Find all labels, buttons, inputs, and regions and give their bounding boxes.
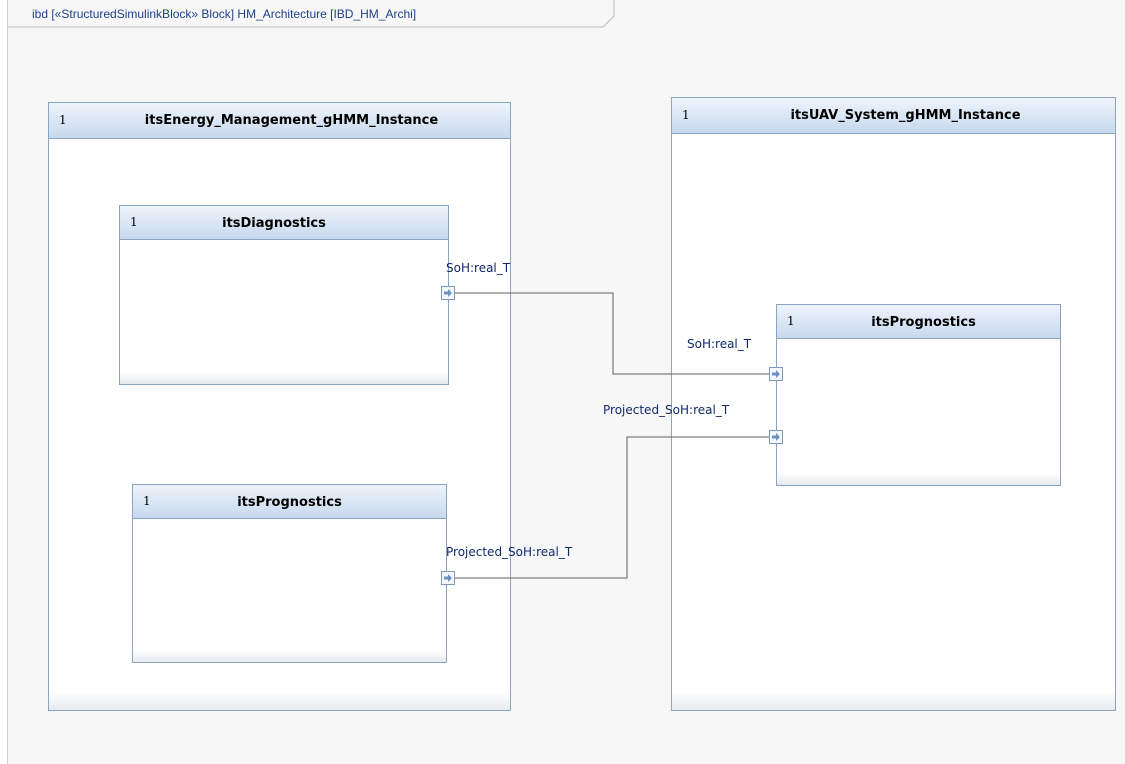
connector-soh (455, 292, 769, 375)
connector-lines (455, 292, 769, 579)
flow-in-arrow-icon (772, 433, 780, 441)
port-diagnostics-soh-out[interactable] (441, 286, 455, 300)
flow-in-arrow-icon (772, 370, 780, 378)
port-label-prognostics-soh-in: SoH:real_T (687, 337, 752, 351)
port-prognostics-soh-in[interactable] (769, 367, 783, 381)
port-label-prognostics-projected-soh: Projected_SoH:real_T (446, 545, 573, 559)
port-prognostics-projected-soh-in[interactable] (769, 430, 783, 444)
port-prognostics-projected-soh-out[interactable] (441, 571, 455, 585)
port-label-prognostics-projected-soh-in: Projected_SoH:real_T (603, 403, 730, 417)
flow-out-arrow-icon (444, 289, 452, 297)
flow-out-arrow-icon (444, 574, 452, 582)
port-label-diagnostics-soh: SoH:real_T (446, 261, 511, 275)
